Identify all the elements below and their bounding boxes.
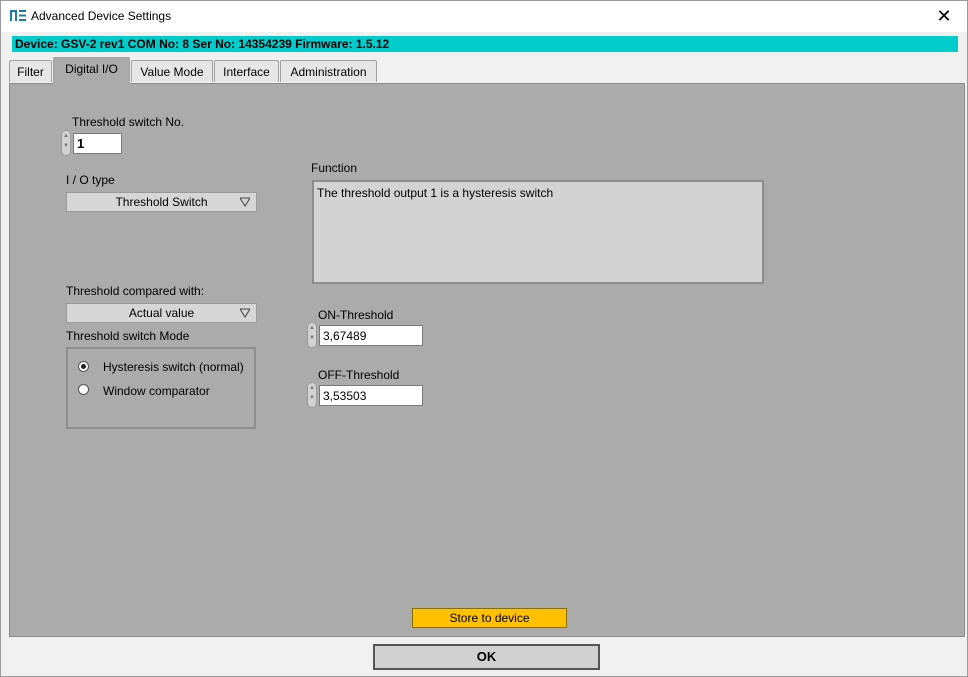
io-type-dropdown[interactable]: Threshold Switch bbox=[66, 192, 257, 212]
advanced-device-settings-window: Advanced Device Settings ✕ Device: GSV-2… bbox=[0, 0, 968, 677]
on-threshold-input[interactable]: 3,67489 bbox=[319, 325, 423, 346]
off-threshold-spinner[interactable]: ▲ ▼ bbox=[307, 382, 317, 408]
off-threshold-label: OFF-Threshold bbox=[318, 368, 400, 382]
threshold-switch-label: Threshold switch No. bbox=[72, 115, 185, 129]
compared-with-value: Actual value bbox=[128, 306, 195, 320]
function-label: Function bbox=[311, 161, 358, 175]
tab-interface[interactable]: Interface bbox=[214, 60, 279, 82]
on-threshold-label: ON-Threshold bbox=[318, 308, 394, 322]
compared-with-label: Threshold compared with: bbox=[66, 284, 205, 298]
tab-digital-io[interactable]: Digital I/O bbox=[53, 57, 130, 84]
window-title: Advanced Device Settings bbox=[31, 9, 172, 23]
close-button[interactable]: ✕ bbox=[921, 1, 967, 32]
threshold-switch-spinner[interactable]: ▲ ▼ bbox=[61, 130, 71, 156]
store-to-device-button[interactable]: Store to device bbox=[412, 608, 567, 628]
io-type-value: Threshold Switch bbox=[115, 195, 208, 209]
hysteresis-radio-label[interactable]: Hysteresis switch (normal) bbox=[103, 360, 244, 374]
compared-with-dropdown[interactable]: Actual value bbox=[66, 303, 257, 323]
on-threshold-spinner[interactable]: ▲ ▼ bbox=[307, 322, 317, 348]
tab-value-mode[interactable]: Value Mode bbox=[131, 60, 213, 82]
app-logo-icon bbox=[10, 10, 26, 21]
hysteresis-radio[interactable] bbox=[78, 361, 89, 372]
off-threshold-input[interactable]: 3,53503 bbox=[319, 385, 423, 406]
tab-filter[interactable]: Filter bbox=[9, 60, 52, 82]
ok-button[interactable]: OK bbox=[373, 644, 600, 670]
switch-mode-label: Threshold switch Mode bbox=[66, 329, 190, 343]
device-info-banner: Device: GSV-2 rev1 COM No: 8 Ser No: 143… bbox=[12, 36, 958, 52]
dropdown-arrow-icon bbox=[240, 197, 250, 207]
window-comparator-radio[interactable] bbox=[78, 384, 89, 395]
threshold-switch-input[interactable]: 1 bbox=[73, 133, 122, 154]
title-bar: Advanced Device Settings ✕ bbox=[1, 1, 967, 32]
close-icon: ✕ bbox=[936, 6, 952, 26]
function-description-box: The threshold output 1 is a hysteresis s… bbox=[312, 180, 764, 284]
tab-administration[interactable]: Administration bbox=[280, 60, 377, 82]
window-comparator-radio-label[interactable]: Window comparator bbox=[103, 384, 210, 398]
dropdown-arrow-icon bbox=[240, 308, 250, 318]
io-type-label: I / O type bbox=[66, 173, 115, 187]
